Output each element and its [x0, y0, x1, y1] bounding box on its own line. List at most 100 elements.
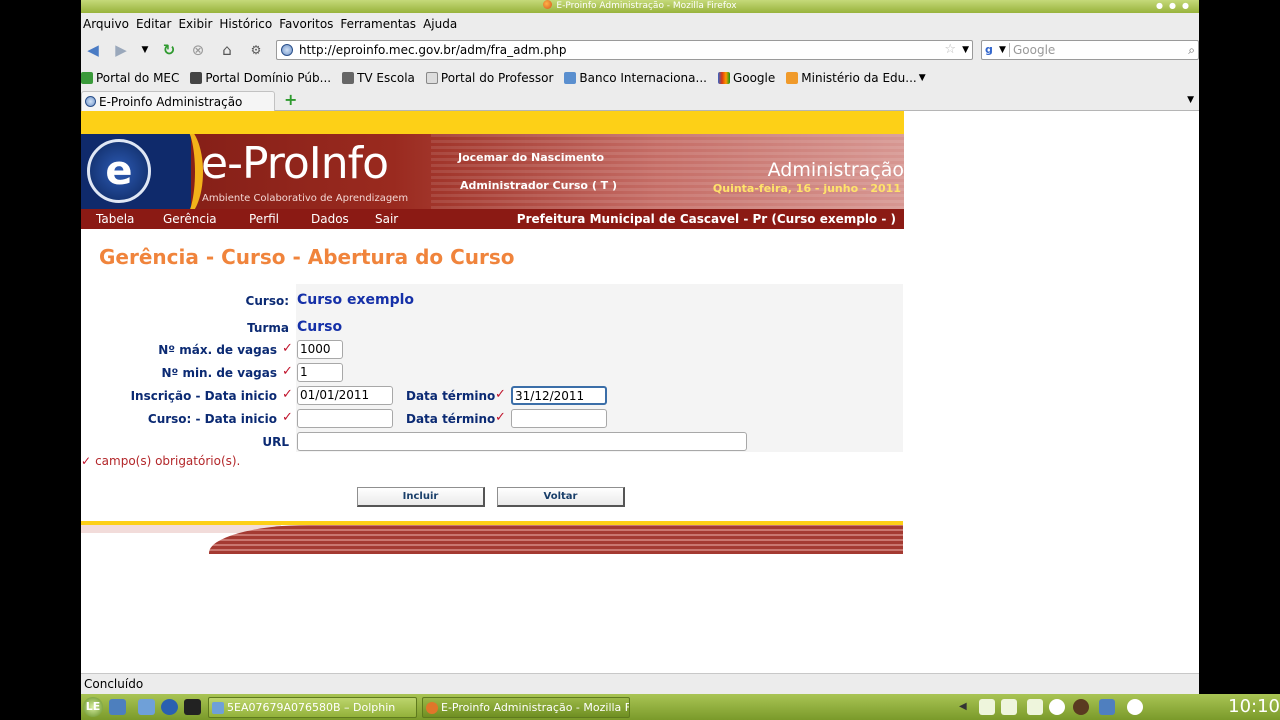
- bookmark-star-icon[interactable]: ☆: [944, 41, 956, 59]
- clock[interactable]: 10:10: [1228, 696, 1280, 718]
- url-input[interactable]: [297, 432, 747, 451]
- required-check-icon: ✓: [81, 454, 92, 468]
- url-text[interactable]: http://eproinfo.mec.gov.br/adm/fra_adm.p…: [299, 41, 566, 59]
- curso-termino-input[interactable]: [511, 409, 607, 428]
- site-nav: Tabela Gerência Perfil Dados Sair Prefei…: [81, 209, 904, 229]
- menu-editar[interactable]: Editar: [134, 14, 177, 34]
- curso-inicio-input[interactable]: [297, 409, 393, 428]
- bookmark-portal-mec[interactable]: Portal do MEC: [81, 68, 179, 88]
- network-icon[interactable]: [979, 699, 995, 715]
- chevron-down-icon[interactable]: ▼: [919, 68, 926, 88]
- bookmark-label: Portal do Professor: [440, 71, 554, 85]
- status-bar: Concluído: [81, 673, 1199, 694]
- nav-perfil[interactable]: Perfil: [249, 209, 279, 229]
- curso-termino-label: Data término: [406, 412, 496, 426]
- desktop-icon[interactable]: [109, 699, 126, 715]
- min-vagas-label: Nº min. de vagas: [161, 366, 277, 380]
- task-label: 5EA07679A076580B – Dolphin: [227, 701, 396, 714]
- brand-tagline: Ambiente Colaborativo de Aprendizagem: [202, 193, 409, 204]
- nav-sair[interactable]: Sair: [375, 209, 398, 229]
- inscricao-termino-input[interactable]: 31/12/2011: [511, 386, 607, 405]
- tray-arrow-icon[interactable]: ◀: [959, 699, 975, 715]
- window-controls[interactable]: ●●●: [1156, 1, 1195, 10]
- search-engine-dropdown-icon[interactable]: ▼: [999, 41, 1006, 59]
- task-dolphin[interactable]: 5EA07679A076580B – Dolphin: [208, 697, 417, 718]
- back-arrow-icon[interactable]: ◀: [84, 41, 102, 59]
- google-icon: [717, 72, 730, 84]
- search-divider: [1009, 43, 1010, 57]
- nav-gerencia[interactable]: Gerência: [163, 209, 217, 229]
- volume-icon[interactable]: [1001, 699, 1017, 715]
- search-placeholder[interactable]: Google: [1013, 41, 1055, 59]
- google-icon[interactable]: g: [985, 43, 999, 57]
- menu-ferramentas[interactable]: Ferramentas: [338, 14, 421, 34]
- start-menu-button[interactable]: LE: [83, 697, 103, 717]
- battery-icon[interactable]: [1027, 699, 1043, 715]
- history-dropdown-icon[interactable]: ▼: [136, 41, 154, 59]
- rss-icon: [786, 72, 799, 84]
- required-note-text: campo(s) obrigatório(s).: [95, 454, 241, 468]
- menu-historico[interactable]: Histórico: [217, 14, 277, 34]
- bookmark-label: Ministério da Edu...: [801, 71, 917, 85]
- navigation-toolbar: ◀ ▶ ▼ ↻ ⊗ ⌂ ⚙ http://eproinfo.mec.gov.br…: [81, 36, 1199, 64]
- reload-icon[interactable]: ↻: [160, 41, 178, 59]
- tools-icon[interactable]: ⚙: [247, 41, 265, 59]
- search-icon[interactable]: ⌕: [1188, 41, 1195, 59]
- url-bar[interactable]: http://eproinfo.mec.gov.br/adm/fra_adm.p…: [276, 40, 973, 60]
- help-lifebuoy-icon[interactable]: [1127, 699, 1143, 715]
- forward-arrow-icon[interactable]: ▶: [112, 41, 130, 59]
- incluir-button[interactable]: Incluir: [357, 487, 485, 507]
- menu-arquivo[interactable]: Arquivo: [81, 14, 134, 34]
- section-title: Administração: [767, 159, 904, 181]
- browser-window: E-Proinfo Administração - Mozilla Firefo…: [81, 0, 1199, 694]
- brand-name: e-ProInfo: [201, 138, 389, 189]
- url-dropdown-icon[interactable]: ▼: [962, 41, 969, 59]
- search-box[interactable]: g ▼ Google ⌕: [981, 40, 1199, 60]
- bookmark-label: Portal do MEC: [96, 71, 180, 85]
- file-manager-icon[interactable]: [138, 699, 155, 715]
- site-globe-icon: [281, 44, 293, 56]
- required-check-icon: ✓: [282, 387, 293, 402]
- portal-icon: [190, 72, 203, 84]
- menu-ajuda[interactable]: Ajuda: [421, 14, 462, 34]
- tab-title: E-Proinfo Administração: [99, 95, 243, 109]
- current-date: Quinta-feira, 16 - junho - 2011: [712, 182, 901, 195]
- logo-ring: e: [87, 139, 151, 203]
- footer-band: [81, 521, 903, 554]
- turma-value: Curso: [297, 319, 343, 335]
- bookmark-portal-professor[interactable]: Portal do Professor: [425, 68, 554, 88]
- max-vagas-input[interactable]: 1000: [297, 340, 343, 359]
- menu-favoritos[interactable]: Favoritos: [277, 14, 338, 34]
- turma-label: Turma: [247, 321, 289, 335]
- stop-record-icon[interactable]: [1049, 699, 1065, 715]
- app-tray-icon[interactable]: [1073, 699, 1089, 715]
- bookmark-google[interactable]: Google: [717, 68, 776, 88]
- tab-eproinfo[interactable]: E-Proinfo Administração: [81, 91, 275, 111]
- tab-list-chevron-icon[interactable]: ▼: [1187, 92, 1194, 108]
- menu-exibir[interactable]: Exibir: [176, 14, 217, 34]
- bookmark-ministerio[interactable]: Ministério da Edu... ▼: [786, 68, 926, 88]
- home-icon[interactable]: ⌂: [218, 41, 236, 59]
- bookmark-portal-dominio[interactable]: Portal Domínio Púb...: [190, 68, 331, 88]
- min-vagas-input[interactable]: 1: [297, 363, 343, 382]
- nav-dados[interactable]: Dados: [311, 209, 349, 229]
- firefox-icon: [426, 702, 438, 714]
- curso-value: Curso exemplo: [297, 292, 415, 308]
- nav-tabela[interactable]: Tabela: [96, 209, 134, 229]
- stop-icon[interactable]: ⊗: [189, 41, 207, 59]
- bookmark-label: Google: [732, 71, 776, 85]
- inscricao-inicio-input[interactable]: 01/01/2011: [297, 386, 393, 405]
- url-label: URL: [262, 435, 289, 449]
- browser-icon[interactable]: [161, 699, 178, 715]
- footer-red-wave: [209, 525, 903, 554]
- bookmark-banco[interactable]: Banco Internaciona...: [564, 68, 707, 88]
- curso-inicio-label: Curso: - Data inicio: [147, 412, 277, 426]
- package-icon[interactable]: [1099, 699, 1115, 715]
- bookmark-tv-escola[interactable]: TV Escola: [342, 68, 415, 88]
- window-title: E-Proinfo Administração - Mozilla Firefo…: [556, 1, 737, 11]
- max-vagas-label: Nº máx. de vagas: [158, 343, 277, 357]
- new-tab-icon[interactable]: +: [284, 91, 297, 109]
- terminal-icon[interactable]: [184, 699, 201, 715]
- task-firefox[interactable]: E-Proinfo Administração - Mozilla Firefo: [422, 697, 630, 718]
- voltar-button[interactable]: Voltar: [497, 487, 625, 507]
